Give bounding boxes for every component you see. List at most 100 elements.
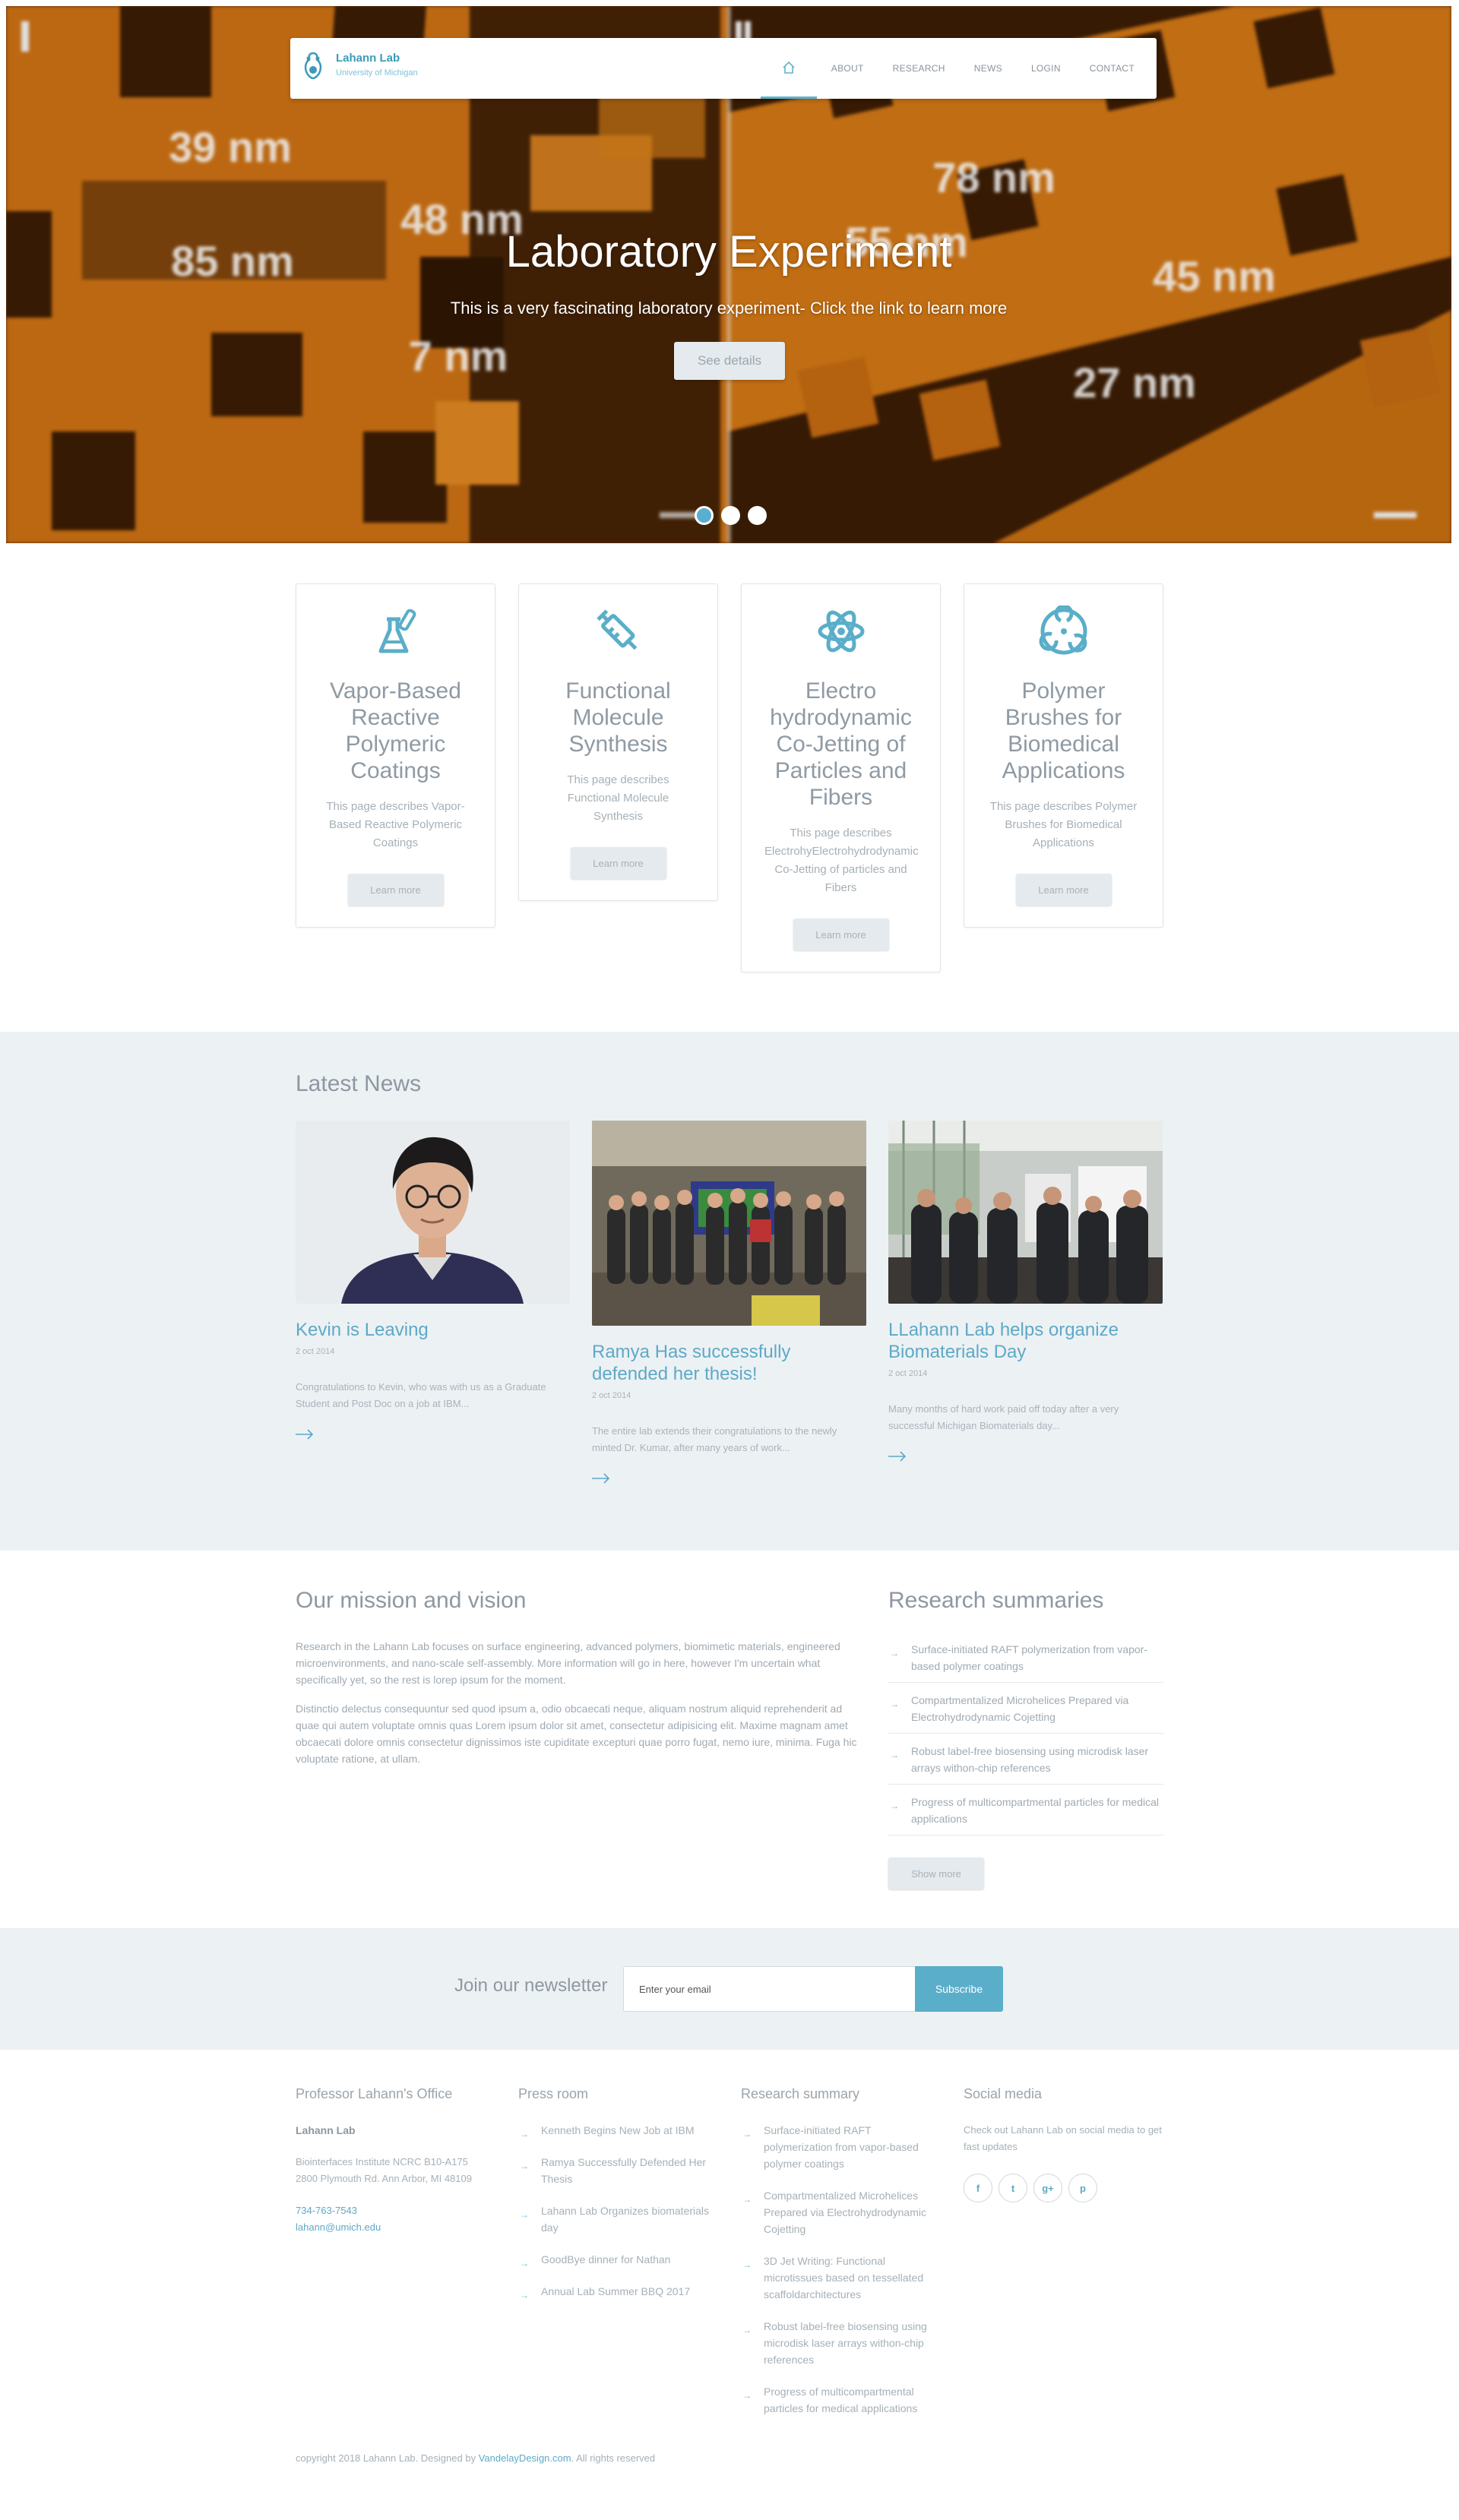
- arrow-bullet-icon: →: [520, 2129, 529, 2139]
- press-item[interactable]: → GoodBye dinner for Nathan: [518, 2251, 723, 2269]
- research-item[interactable]: → Robust label-free biosensing using micr…: [741, 2318, 940, 2368]
- slider-dot-1[interactable]: [695, 506, 714, 525]
- designer-link[interactable]: VandelayDesign.com: [479, 2452, 571, 2464]
- card-title: Polymer Brushes for Biomedical Applicati…: [1002, 678, 1125, 783]
- nav-about[interactable]: ABOUT: [817, 38, 878, 99]
- footer-address-line: 2800 Plymouth Rd. Ann Arbor, MI 48109: [296, 2173, 472, 2184]
- latest-news-section: Latest News Kevin is Leaving 2 oct 2014 …: [0, 1032, 1459, 1551]
- news-excerpt: The entire lab extends their congratulat…: [592, 1425, 837, 1453]
- syringe-icon: [596, 609, 637, 650]
- footer-press: Press room → Kenneth Begins New Job at IB…: [518, 2086, 723, 2315]
- footer-phone[interactable]: 734-763-7543: [296, 2202, 501, 2219]
- copyright: copyright 2018 Lahann Lab. Designed by V…: [296, 2452, 655, 2464]
- research-item[interactable]: → Compartmentalized Microhelices Prepared…: [741, 2187, 940, 2237]
- brand[interactable]: Lahann Lab University of Michigan: [301, 50, 418, 81]
- newsletter-email-input[interactable]: [623, 1966, 916, 2012]
- hero-subtitle: This is a very fascinating laboratory ex…: [450, 299, 1008, 318]
- footer-address-line: Biointerfaces Institute NCRC B10-A175: [296, 2156, 468, 2167]
- news-headline[interactable]: Ramya Has successfully defended her thes…: [592, 1341, 866, 1385]
- research-summaries-list: → Surface-initiated RAFT polymerization f…: [888, 1641, 1163, 1845]
- footer-email[interactable]: lahann@umich.edu: [296, 2219, 501, 2236]
- top-navbar: Lahann Lab University of Michigan ABOUT …: [290, 38, 1157, 99]
- summary-item[interactable]: → Progress of multicompartmental particle…: [888, 1794, 1163, 1835]
- footer-social: Social media Check out Lahann Lab on soc…: [964, 2086, 1163, 2202]
- see-details-button[interactable]: See details: [674, 342, 785, 380]
- arrow-bullet-icon: →: [742, 2129, 752, 2139]
- slider-dot-2[interactable]: [721, 506, 740, 525]
- news-headline[interactable]: Kevin is Leaving: [296, 1319, 570, 1341]
- news-date: 2 oct 2014: [592, 1391, 631, 1400]
- press-list: → Kenneth Begins New Job at IBM → Ramya Su…: [518, 2122, 723, 2300]
- social-icons: f t g+ p: [964, 2174, 1163, 2202]
- slider-dots: [695, 506, 767, 525]
- press-item[interactable]: → Lahann Lab Organizes biomaterials day: [518, 2202, 723, 2236]
- press-item[interactable]: → Annual Lab Summer BBQ 2017: [518, 2283, 723, 2300]
- hero-slider: 39 nm 48 nm 85 nm 7 nm 78 nm 55 nm 45 nm…: [6, 6, 1451, 543]
- pinterest-icon[interactable]: p: [1068, 2174, 1097, 2202]
- arrow-bullet-icon: →: [890, 1648, 899, 1658]
- footer-research-title: Research summary: [741, 2086, 860, 2101]
- nav-login[interactable]: LOGIN: [1017, 38, 1075, 99]
- learn-more-button[interactable]: Learn more: [793, 919, 889, 950]
- news-item: Kevin is Leaving 2 oct 2014 Congratulati…: [296, 1121, 570, 1440]
- learn-more-button[interactable]: Learn more: [1015, 874, 1112, 906]
- arrow-bullet-icon: →: [520, 2290, 529, 2300]
- arrow-right-icon[interactable]: [888, 1451, 907, 1462]
- news-photo-portrait[interactable]: [296, 1121, 570, 1304]
- arrow-bullet-icon: →: [890, 1699, 899, 1709]
- card-text: This page describes Vapor-Based Reactive…: [326, 800, 465, 849]
- nav-contact[interactable]: CONTACT: [1075, 38, 1149, 99]
- copyright-suffix: . All rights reserved: [571, 2452, 656, 2464]
- nav-news[interactable]: NEWS: [960, 38, 1017, 99]
- news-excerpt: Congratulations to Kevin, who was with u…: [296, 1381, 546, 1409]
- arrow-bullet-icon: →: [520, 2161, 529, 2171]
- nav-research[interactable]: RESEARCH: [878, 38, 960, 99]
- arrow-bullet-icon: →: [742, 2259, 752, 2270]
- news-photo-group[interactable]: [592, 1121, 866, 1326]
- news-photo-event[interactable]: [888, 1121, 1163, 1304]
- arrow-bullet-icon: →: [890, 1801, 899, 1811]
- learn-more-button[interactable]: Learn more: [570, 847, 666, 879]
- footer-research: Research summary → Surface-initiated RAFT…: [741, 2086, 940, 2432]
- research-item[interactable]: → Progress of multicompartmental particle…: [741, 2383, 940, 2417]
- feature-card-polymer-brushes: Polymer Brushes for Biomedical Applicati…: [964, 583, 1163, 928]
- footer-press-title: Press room: [518, 2086, 589, 2101]
- atom-icon: [818, 610, 864, 653]
- research-summary-list: → Surface-initiated RAFT polymerization f…: [741, 2122, 940, 2417]
- hero-title: Laboratory Experiment: [505, 227, 952, 277]
- press-item[interactable]: → Kenneth Begins New Job at IBM: [518, 2122, 723, 2139]
- arrow-bullet-icon: →: [520, 2258, 529, 2269]
- summary-item[interactable]: → Robust label-free biosensing using micr…: [888, 1743, 1163, 1785]
- summary-item[interactable]: → Compartmentalized Microhelices Prepared…: [888, 1692, 1163, 1734]
- summary-item[interactable]: → Surface-initiated RAFT polymerization f…: [888, 1641, 1163, 1683]
- arrow-bullet-icon: →: [520, 2209, 529, 2220]
- news-excerpt: Many months of hard work paid off today …: [888, 1403, 1119, 1431]
- card-text: This page describes Functional Molecule …: [567, 773, 669, 823]
- news-section-title: Latest News: [296, 1071, 422, 1096]
- research-item[interactable]: → 3D Jet Writing: Functional microtissues…: [741, 2253, 940, 2303]
- learn-more-button[interactable]: Learn more: [347, 874, 444, 906]
- card-title: Electro hydrodynamic Co-Jetting of Parti…: [770, 678, 912, 810]
- footer-social-text: Check out Lahann Lab on social media to …: [964, 2124, 1162, 2152]
- twitter-icon[interactable]: t: [999, 2174, 1027, 2202]
- mission-paragraph-2: Distinctio delectus consequuntur sed quo…: [296, 1703, 857, 1765]
- arrow-right-icon[interactable]: [592, 1473, 610, 1484]
- arrow-bullet-icon: →: [742, 2325, 752, 2335]
- feature-card-cojetting: Electro hydrodynamic Co-Jetting of Parti…: [741, 583, 941, 972]
- news-headline[interactable]: LLahann Lab helps organize Biomaterials …: [888, 1319, 1163, 1363]
- newsletter-label: Join our newsletter: [454, 1975, 608, 1996]
- news-date: 2 oct 2014: [296, 1347, 335, 1356]
- show-more-button[interactable]: Show more: [888, 1858, 984, 1889]
- arrow-right-icon[interactable]: [296, 1429, 314, 1440]
- footer-office: Professor Lahann's Office Lahann Lab Bio…: [296, 2086, 501, 2236]
- slider-dot-3[interactable]: [748, 506, 767, 525]
- google-plus-icon[interactable]: g+: [1033, 2174, 1062, 2202]
- newsletter-section: Join our newsletter Subscribe: [0, 1928, 1459, 2050]
- press-item[interactable]: → Ramya Successfully Defended Her Thesis: [518, 2154, 723, 2187]
- subscribe-button[interactable]: Subscribe: [915, 1966, 1003, 2012]
- summary-text: Robust label-free biosensing using micro…: [911, 1745, 1149, 1774]
- card-text: This page describes Polymer Brushes for …: [989, 800, 1138, 849]
- research-item[interactable]: → Surface-initiated RAFT polymerization f…: [741, 2122, 940, 2172]
- facebook-icon[interactable]: f: [964, 2174, 992, 2202]
- nav-home[interactable]: [760, 38, 817, 99]
